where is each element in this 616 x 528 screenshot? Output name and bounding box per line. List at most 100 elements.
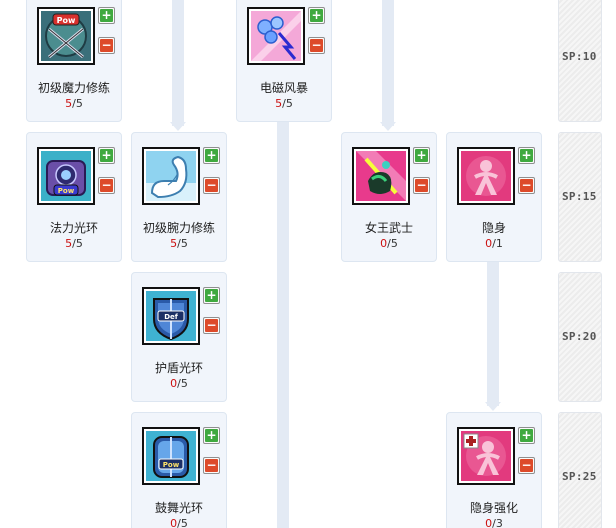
queen-warrior-icon[interactable] [352,147,410,205]
connector-arrow-icon [380,122,396,131]
remove-point-button[interactable]: − [203,317,220,334]
pow-crossed-staves-icon[interactable]: Pow [37,7,95,65]
skill-level-max: 5 [180,237,188,250]
skill-name: 初级腕力修练 [142,221,215,235]
minus-icon: − [520,458,533,472]
svg-text:Pow: Pow [57,16,76,25]
skill-name: 隐身强化 [469,501,518,515]
plus-icon: + [520,148,533,162]
skill-level-max: 5 [180,517,188,528]
sp-tier-cell: SP:10 [558,0,602,122]
plus-icon: + [310,8,323,22]
add-point-button[interactable]: + [308,7,325,24]
skill-name: 隐身 [481,221,506,235]
skill-level-current: 5 [170,237,178,250]
minus-icon: − [205,458,218,472]
skill-card: + − 电磁风暴 5/5 [236,0,332,122]
skill-level-max: 5 [75,237,83,250]
sp-tier-label: SP:20 [562,330,597,343]
skill-level-max: 3 [495,517,503,528]
minus-icon: − [415,178,428,192]
remove-point-button[interactable]: − [413,177,430,194]
skill-level-current: 0 [485,517,493,528]
add-point-button[interactable]: + [203,287,220,304]
sp-tier-label: SP:10 [562,50,597,63]
minus-icon: − [310,38,323,52]
svg-text:Pow: Pow [163,461,180,469]
skill-level: 0/1 [485,237,503,250]
enhanced-stealth-icon[interactable] [457,427,515,485]
add-point-button[interactable]: + [413,147,430,164]
skill-level-max: 1 [495,237,503,250]
skill-level-current: 0 [485,237,493,250]
connector-line [172,0,184,126]
skill-name: 初级魔力修练 [37,81,110,95]
remove-point-button[interactable]: − [203,177,220,194]
connector-arrow-icon [485,402,501,411]
add-point-button[interactable]: + [518,147,535,164]
svg-text:Def: Def [164,313,179,321]
plus-icon: + [205,288,218,302]
skill-level-current: 5 [275,97,283,110]
skill-level-current: 0 [170,517,178,528]
skill-level-current: 5 [65,97,73,110]
plus-icon: + [100,8,113,22]
plus-icon: + [520,428,533,442]
remove-point-button[interactable]: − [98,177,115,194]
skill-card: + − 隐身强化 0/3 [446,412,542,528]
skill-level-max: 5 [285,97,293,110]
skill-level: 5/5 [170,237,188,250]
add-point-button[interactable]: + [203,427,220,444]
remove-point-button[interactable]: − [98,37,115,54]
shield-def-icon[interactable]: Def [142,287,200,345]
stealth-ribbon-icon[interactable] [457,147,515,205]
sp-tier-label: SP:25 [562,470,597,483]
minus-icon: − [100,178,113,192]
skill-level-max: 5 [75,97,83,110]
sp-tier-cell: SP:15 [558,132,602,262]
skill-name: 女王武士 [364,221,413,235]
connector-line [382,0,394,126]
skill-level-current: 0 [170,377,178,390]
sp-tier-cell: SP:20 [558,272,602,402]
skill-name: 护盾光环 [154,361,203,375]
minus-icon: − [205,178,218,192]
add-point-button[interactable]: + [98,7,115,24]
skill-card: Def + − 护盾光环 0/5 [131,272,227,402]
add-point-button[interactable]: + [203,147,220,164]
skill-level: 5/5 [65,97,83,110]
remove-point-button[interactable]: − [518,457,535,474]
mana-aura-pow-icon[interactable]: Pow [37,147,95,205]
skill-level: 5/5 [275,97,293,110]
skill-name: 鼓舞光环 [154,501,203,515]
skill-card: Pow + − 鼓舞光环 0/5 [131,412,227,528]
minus-icon: − [205,318,218,332]
add-point-button[interactable]: + [98,147,115,164]
remove-point-button[interactable]: − [518,177,535,194]
electro-storm-icon[interactable] [247,7,305,65]
skill-level: 0/5 [170,517,188,528]
inspire-pow-icon[interactable]: Pow [142,427,200,485]
skill-card: Pow + − 法力光环 5/5 [26,132,122,262]
plus-icon: + [415,148,428,162]
skill-level-current: 5 [65,237,73,250]
connector-arrow-icon [170,122,186,131]
skill-level-max: 5 [390,237,398,250]
flexed-arm-icon[interactable] [142,147,200,205]
skill-level-max: 5 [180,377,188,390]
skill-name: 电磁风暴 [259,81,308,95]
remove-point-button[interactable]: − [203,457,220,474]
skill-card: + − 隐身 0/1 [446,132,542,262]
skill-name: 法力光环 [49,221,98,235]
connector-line [487,260,499,406]
skill-card: Pow + − 初级魔力修练 5/5 [26,0,122,122]
minus-icon: − [100,38,113,52]
remove-point-button[interactable]: − [308,37,325,54]
add-point-button[interactable]: + [518,427,535,444]
plus-icon: + [205,148,218,162]
skill-level: 5/5 [65,237,83,250]
sp-tier-label: SP:15 [562,190,597,203]
skill-level: 0/5 [380,237,398,250]
skill-level-current: 0 [380,237,388,250]
connector-line [277,120,289,528]
